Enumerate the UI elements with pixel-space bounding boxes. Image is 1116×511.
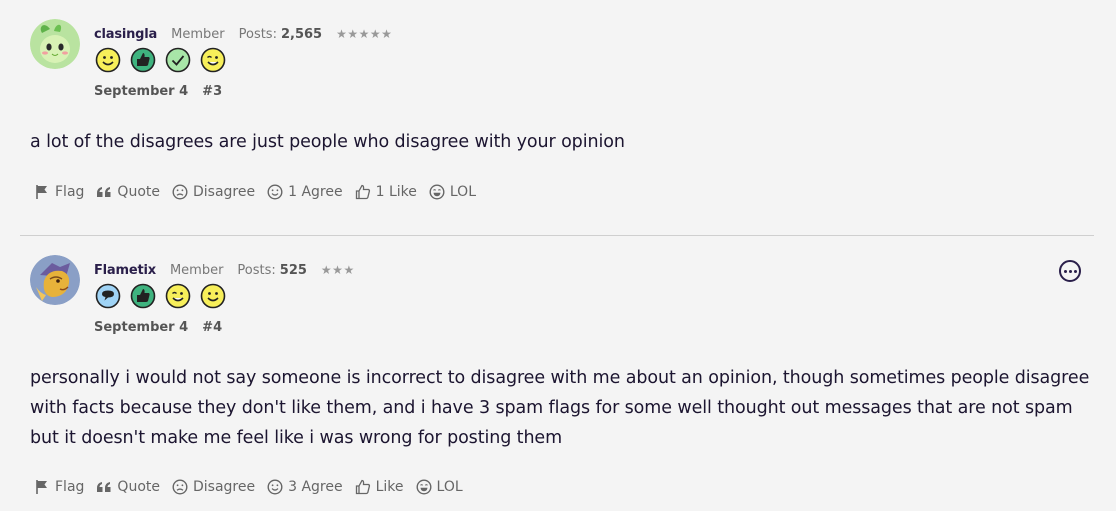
quote-icon <box>97 482 111 492</box>
user-badges <box>95 47 226 73</box>
post-date[interactable]: September 4 <box>94 320 188 335</box>
avatar[interactable] <box>30 255 80 305</box>
user-badges <box>95 283 226 309</box>
thumbs-up-icon <box>355 479 370 495</box>
smile-icon <box>267 479 283 495</box>
agree-button[interactable]: 3 Agree <box>267 479 343 495</box>
agree-label: 1 Agree <box>288 184 343 200</box>
more-options-button[interactable] <box>1059 260 1081 282</box>
post-date-line: September 4 #4 <box>94 320 222 335</box>
lol-button[interactable]: LOL <box>416 479 463 495</box>
post-3: clasingla Member Posts: 2,565 ★★★★★ Sept… <box>0 0 1116 236</box>
rank-stars: ★★★ <box>320 263 355 277</box>
like-button[interactable]: Like <box>355 479 404 495</box>
like-label: Like <box>375 479 404 495</box>
wink-icon <box>165 283 191 309</box>
posts-label: Posts: <box>237 262 276 278</box>
thumbs-up-icon <box>130 47 156 73</box>
sad-face-icon <box>172 184 188 200</box>
flag-button[interactable]: Flag <box>34 184 84 200</box>
posts-count: 525 <box>279 262 307 278</box>
disagree-label: Disagree <box>192 184 256 200</box>
post-date-line: September 4 #3 <box>94 84 222 99</box>
speech-bubble-icon <box>95 283 121 309</box>
laugh-icon <box>429 184 445 200</box>
flag-label: Flag <box>55 184 85 200</box>
post-number[interactable]: #3 <box>202 84 222 99</box>
agree-label: 3 Agree <box>288 479 343 495</box>
lol-button[interactable]: LOL <box>429 184 476 200</box>
like-label: 1 Like <box>375 184 417 200</box>
flag-button[interactable]: Flag <box>34 479 84 495</box>
quote-label: Quote <box>117 479 160 495</box>
laugh-icon <box>416 479 432 495</box>
quote-button[interactable]: Quote <box>96 479 160 495</box>
thumbs-up-icon <box>130 283 156 309</box>
post-actions: Flag Quote Disagree 3 Agree Like LOL <box>34 479 475 495</box>
quote-icon <box>97 187 111 197</box>
smile-icon <box>267 184 283 200</box>
posts-label: Posts: <box>238 26 277 42</box>
lol-label: LOL <box>449 184 476 200</box>
agree-button[interactable]: 1 Agree <box>267 184 343 200</box>
posts-count: 2,565 <box>280 26 323 42</box>
user-meta: clasingla Member Posts: 2,565 ★★★★★ <box>94 25 392 43</box>
username[interactable]: clasingla <box>94 27 157 42</box>
like-button[interactable]: 1 Like <box>355 184 417 200</box>
sad-face-icon <box>172 479 188 495</box>
avatar[interactable] <box>30 19 80 69</box>
post-content: personally i would not say someone is in… <box>30 368 1090 448</box>
quote-label: Quote <box>117 184 160 200</box>
user-role: Member <box>171 26 225 42</box>
thumbs-up-icon <box>355 184 370 200</box>
smile-icon <box>200 283 226 309</box>
post-number[interactable]: #4 <box>202 320 222 335</box>
flag-label: Flag <box>55 479 85 495</box>
flag-icon <box>36 480 47 494</box>
disagree-button[interactable]: Disagree <box>172 184 255 200</box>
user-meta: Flametix Member Posts: 525 ★★★ <box>94 261 355 279</box>
lol-label: LOL <box>436 479 463 495</box>
flag-icon <box>36 185 47 199</box>
quote-button[interactable]: Quote <box>96 184 160 200</box>
disagree-button[interactable]: Disagree <box>172 479 255 495</box>
rank-stars: ★★★★★ <box>336 27 393 41</box>
post-4: Flametix Member Posts: 525 ★★★ September… <box>0 236 1116 511</box>
disagree-label: Disagree <box>192 479 256 495</box>
checkmark-icon <box>165 47 191 73</box>
wink-icon <box>200 47 226 73</box>
post-content: a lot of the disagrees are just people w… <box>30 132 625 152</box>
username[interactable]: Flametix <box>94 263 156 278</box>
smile-icon <box>95 47 121 73</box>
post-date[interactable]: September 4 <box>94 84 188 99</box>
user-role: Member <box>169 262 224 278</box>
post-actions: Flag Quote Disagree 1 Agree 1 Like LOL <box>34 184 488 200</box>
